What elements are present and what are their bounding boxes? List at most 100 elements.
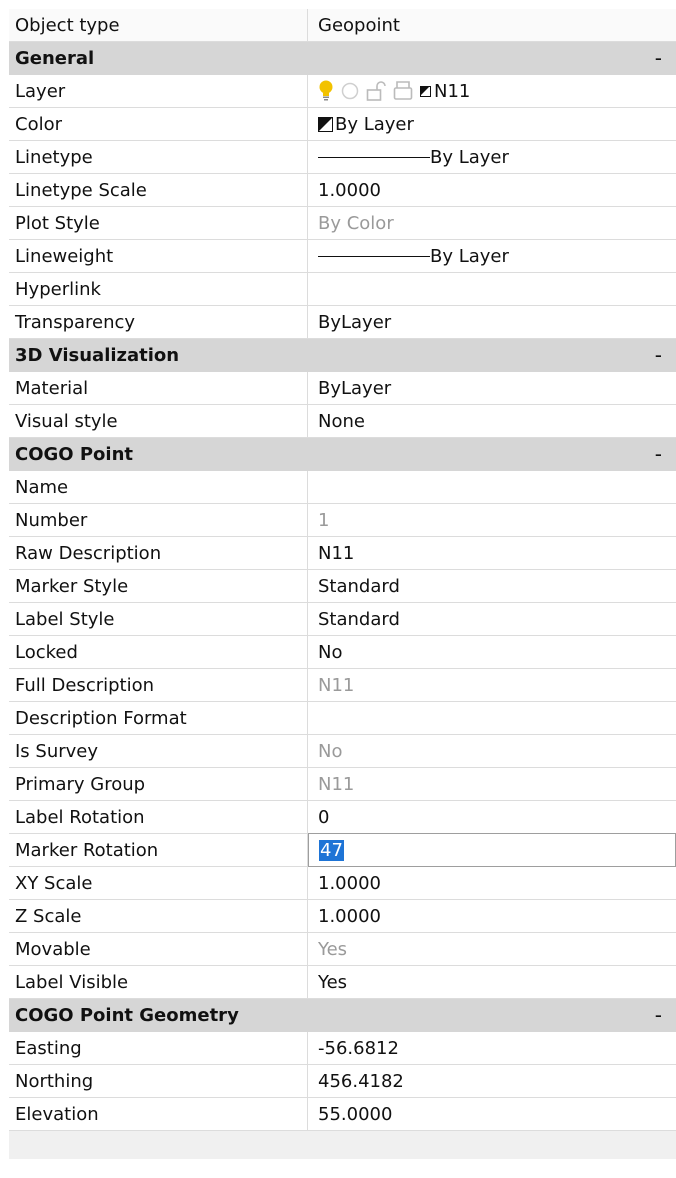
property-value[interactable]: N11: [308, 75, 676, 107]
property-label: Linetype: [9, 141, 308, 173]
property-value[interactable]: 0: [308, 801, 676, 833]
circle-icon[interactable]: [341, 82, 359, 100]
property-value[interactable]: Standard: [308, 603, 676, 635]
property-value[interactable]: 1.0000: [308, 867, 676, 899]
property-value: N11: [318, 674, 355, 696]
property-row-plot-style[interactable]: Plot Style By Color: [9, 207, 676, 240]
property-row-northing[interactable]: Northing 456.4182: [9, 1065, 676, 1098]
property-value[interactable]: [308, 471, 676, 503]
property-value[interactable]: ByLayer: [308, 306, 676, 338]
section-cogo-point-geometry[interactable]: COGO Point Geometry -: [9, 999, 676, 1032]
section-cogo-point[interactable]: COGO Point -: [9, 438, 676, 471]
properties-panel: Object type Geopoint General - Layer N11…: [9, 9, 676, 1159]
property-value: No: [318, 740, 343, 762]
property-value[interactable]: By Layer: [308, 240, 676, 272]
property-value[interactable]: 55.0000: [308, 1098, 676, 1130]
property-label: Movable: [9, 933, 308, 965]
property-row-xy-scale[interactable]: XY Scale 1.0000: [9, 867, 676, 900]
property-value[interactable]: By Layer: [308, 108, 676, 140]
property-label: Visual style: [9, 405, 308, 437]
property-label: XY Scale: [9, 867, 308, 899]
line-sample-icon: [318, 156, 430, 158]
padlock-icon[interactable]: [366, 80, 386, 102]
property-label: Linetype Scale: [9, 174, 308, 206]
section-general[interactable]: General -: [9, 42, 676, 75]
property-label: Number: [9, 504, 308, 536]
property-row-linetype-scale[interactable]: Linetype Scale 1.0000: [9, 174, 676, 207]
property-label: Description Format: [9, 702, 308, 734]
layer-name: N11: [434, 80, 471, 102]
section-title: General: [15, 47, 95, 69]
marker-rotation-input[interactable]: 47: [308, 833, 676, 867]
property-value[interactable]: By Layer: [308, 141, 676, 173]
selected-text[interactable]: 47: [319, 839, 344, 861]
property-row-elevation[interactable]: Elevation 55.0000: [9, 1098, 676, 1131]
property-label: Lineweight: [9, 240, 308, 272]
color-value-text: By Layer: [335, 113, 414, 135]
property-row-marker-rotation[interactable]: Marker Rotation 47: [9, 833, 676, 867]
property-row-easting[interactable]: Easting -56.6812: [9, 1032, 676, 1065]
lightbulb-icon[interactable]: [318, 80, 334, 102]
property-label: Label Style: [9, 603, 308, 635]
property-row-movable[interactable]: Movable Yes: [9, 933, 676, 966]
property-label: Marker Rotation: [9, 834, 308, 866]
object-type-value[interactable]: Geopoint: [308, 9, 676, 41]
property-label: Northing: [9, 1065, 308, 1097]
property-label: Locked: [9, 636, 308, 668]
property-value[interactable]: [308, 273, 676, 305]
section-3d-visualization[interactable]: 3D Visualization -: [9, 339, 676, 372]
property-value[interactable]: No: [308, 636, 676, 668]
property-row-layer[interactable]: Layer N11: [9, 75, 676, 108]
property-row-label-visible[interactable]: Label Visible Yes: [9, 966, 676, 999]
printer-icon[interactable]: [393, 80, 413, 102]
property-row-primary-group[interactable]: Primary Group N11: [9, 768, 676, 801]
property-value[interactable]: N11: [308, 537, 676, 569]
property-value[interactable]: ByLayer: [308, 372, 676, 404]
property-row-name[interactable]: Name: [9, 471, 676, 504]
property-row-color[interactable]: Color By Layer: [9, 108, 676, 141]
property-row-hyperlink[interactable]: Hyperlink: [9, 273, 676, 306]
property-row-label-rotation[interactable]: Label Rotation 0: [9, 801, 676, 834]
property-row-transparency[interactable]: Transparency ByLayer: [9, 306, 676, 339]
property-row-visual-style[interactable]: Visual style None: [9, 405, 676, 438]
property-row-raw-description[interactable]: Raw Description N11: [9, 537, 676, 570]
panel-footer-space: [9, 1131, 676, 1159]
collapse-icon[interactable]: -: [655, 343, 662, 367]
property-row-z-scale[interactable]: Z Scale 1.0000: [9, 900, 676, 933]
property-row-linetype[interactable]: Linetype By Layer: [9, 141, 676, 174]
property-row-full-description[interactable]: Full Description N11: [9, 669, 676, 702]
section-title: COGO Point: [15, 443, 134, 465]
property-value: Yes: [318, 938, 348, 960]
property-value[interactable]: None: [308, 405, 676, 437]
property-label: Color: [9, 108, 308, 140]
property-row-locked[interactable]: Locked No: [9, 636, 676, 669]
section-title: COGO Point Geometry: [15, 1004, 239, 1026]
property-value[interactable]: 456.4182: [308, 1065, 676, 1097]
property-value: 1: [318, 509, 330, 531]
property-label: Is Survey: [9, 735, 308, 767]
collapse-icon[interactable]: -: [655, 442, 662, 466]
property-label: Primary Group: [9, 768, 308, 800]
property-label: Z Scale: [9, 900, 308, 932]
property-value[interactable]: Standard: [308, 570, 676, 602]
property-row-description-format[interactable]: Description Format: [9, 702, 676, 735]
property-row-lineweight[interactable]: Lineweight By Layer: [9, 240, 676, 273]
property-row-material[interactable]: Material ByLayer: [9, 372, 676, 405]
collapse-icon[interactable]: -: [655, 46, 662, 70]
property-label: Elevation: [9, 1098, 308, 1130]
property-value[interactable]: Yes: [308, 966, 676, 998]
property-value: N11: [318, 773, 355, 795]
collapse-icon[interactable]: -: [655, 1003, 662, 1027]
line-sample-icon: [318, 255, 430, 257]
property-row-number[interactable]: Number 1: [9, 504, 676, 537]
property-row-is-survey[interactable]: Is Survey No: [9, 735, 676, 768]
property-value[interactable]: [308, 702, 676, 734]
property-value[interactable]: -56.6812: [308, 1032, 676, 1064]
property-row-marker-style[interactable]: Marker Style Standard: [9, 570, 676, 603]
layer-icons: N11: [318, 80, 470, 102]
property-value: By Color: [318, 212, 394, 234]
property-row-label-style[interactable]: Label Style Standard: [9, 603, 676, 636]
property-value[interactable]: 1.0000: [308, 900, 676, 932]
property-value[interactable]: 1.0000: [308, 174, 676, 206]
lineweight-value-text: By Layer: [430, 245, 509, 267]
